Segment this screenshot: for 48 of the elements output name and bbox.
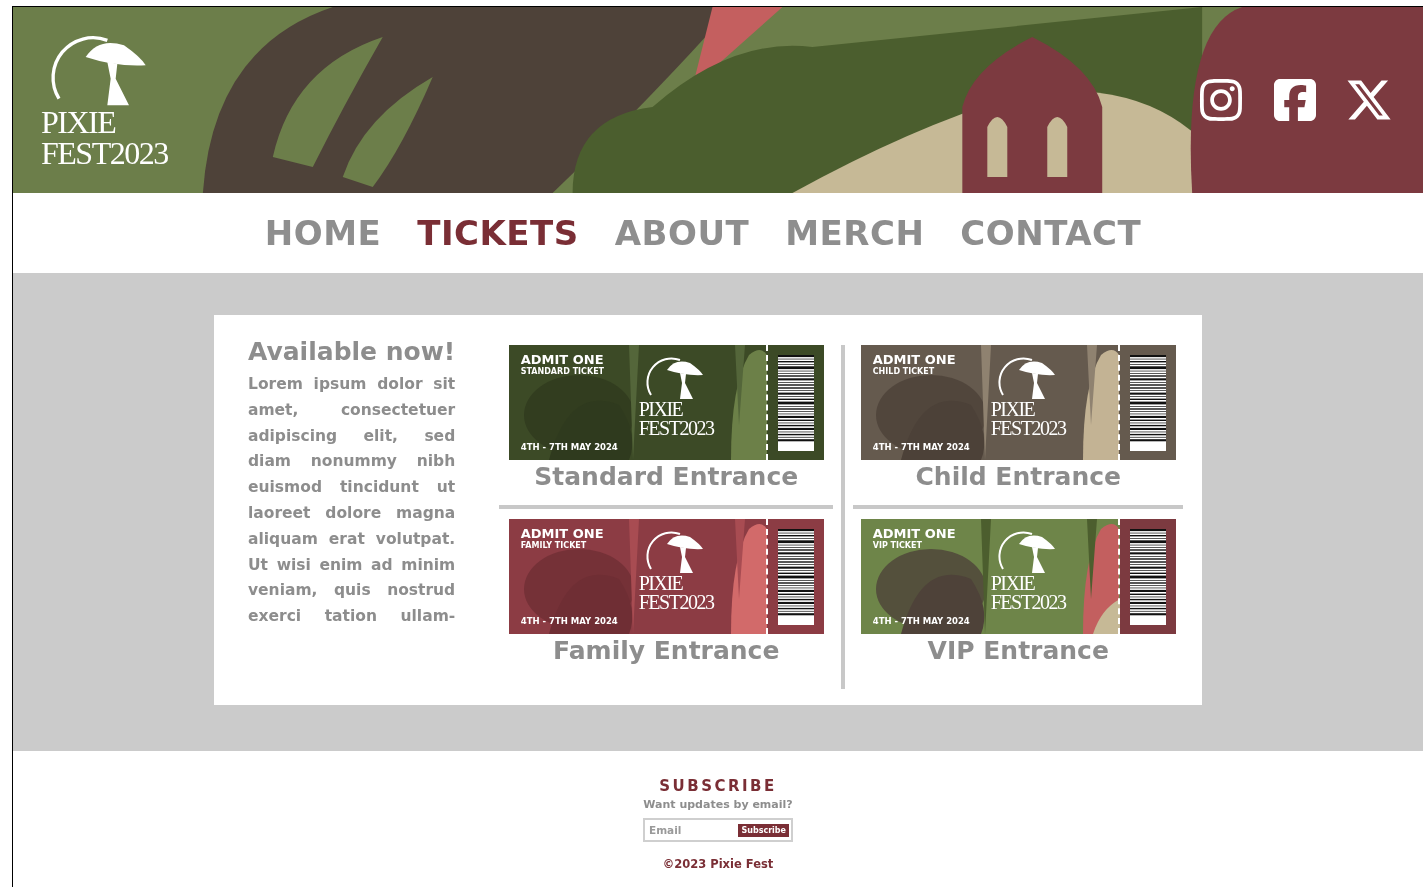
ticket-dates: 4TH - 7TH MAY 2024 bbox=[872, 616, 971, 626]
ticket[interactable]: ADMIT ONE VIP TICKET PIXIE FEST2023 4TH - 7TH MAY 2024 bbox=[860, 519, 1176, 634]
ticket[interactable]: ADMIT ONE FAMILY TICKET PIXIE FEST2023 4TH - 7TH MAY 2024 bbox=[508, 519, 824, 634]
nav-link[interactable]: TICKETS bbox=[417, 213, 579, 253]
barcode-icon bbox=[1129, 528, 1166, 625]
ticket-type: VIP TICKET bbox=[872, 541, 923, 550]
logo-text: FEST2023 bbox=[41, 137, 168, 168]
ticket-dates: 4TH - 7TH MAY 2024 bbox=[872, 442, 971, 452]
mushroom-icon bbox=[644, 355, 705, 400]
instagram-icon[interactable] bbox=[1197, 76, 1245, 124]
ticket-caption: Family Entrance bbox=[553, 636, 780, 665]
email-field[interactable]: Email Subscribe bbox=[643, 818, 793, 842]
mushroom-icon bbox=[644, 529, 705, 574]
ticket[interactable]: ADMIT ONE STANDARD TICKET PIXIE FEST2023 4TH - 7TH MAY 2024 bbox=[508, 345, 824, 460]
logo-text: FEST2023 bbox=[990, 593, 1066, 612]
copyright: ©2023 Pixie Fest bbox=[662, 857, 774, 871]
mushroom-icon bbox=[996, 529, 1057, 574]
ticket[interactable]: ADMIT ONE CHILD TICKET PIXIE FEST2023 4TH - 7TH MAY 2024 bbox=[860, 345, 1176, 460]
subscribe-title: SUBSCRIBE bbox=[659, 777, 777, 795]
logo-text: PIXIE bbox=[990, 400, 1035, 419]
subscribe-subtitle: Want updates by email? bbox=[643, 798, 793, 811]
logo-text: PIXIE bbox=[41, 107, 116, 138]
logo-text: FEST2023 bbox=[990, 419, 1066, 438]
ticket-dates: 4TH - 7TH MAY 2024 bbox=[520, 616, 619, 626]
ticket-caption: Standard Entrance bbox=[534, 462, 799, 491]
ticket-dates: 4TH - 7TH MAY 2024 bbox=[520, 442, 619, 452]
logo-text: PIXIE bbox=[638, 400, 683, 419]
logo-text: PIXIE bbox=[990, 574, 1035, 593]
logo-text: PIXIE bbox=[638, 574, 683, 593]
barcode-icon bbox=[777, 528, 814, 625]
ticket-caption: VIP Entrance bbox=[927, 636, 1109, 665]
logo-text: FEST2023 bbox=[638, 419, 714, 438]
barcode-icon bbox=[1129, 354, 1166, 451]
ticket-admit: ADMIT ONE bbox=[520, 353, 605, 367]
ticket-admit: ADMIT ONE bbox=[872, 527, 957, 541]
ticket-admit: ADMIT ONE bbox=[520, 527, 605, 541]
ticket-caption: Child Entrance bbox=[915, 462, 1121, 491]
facebook-icon[interactable] bbox=[1271, 76, 1319, 124]
intro-paragraph: Lorem ipsum dolor sit amet, consectetuer adipiscing elit, sed diam nonummy nibh euismod tincidunt ut laoreet dolore magna aliquam erat volutpat. Ut wisi enim ad minim veniam, quis nostrud exerci tation ullam- bbox=[248, 374, 456, 628]
barcode-icon bbox=[777, 354, 814, 451]
ticket-type: STANDARD TICKET bbox=[520, 367, 606, 376]
mushroom-icon bbox=[996, 355, 1057, 400]
section-heading: Available now! bbox=[248, 337, 456, 366]
ticket-type: CHILD TICKET bbox=[872, 367, 936, 376]
subscribe-button[interactable]: Subscribe bbox=[738, 823, 789, 837]
logo-text: FEST2023 bbox=[638, 593, 714, 612]
ticket-admit: ADMIT ONE bbox=[872, 353, 957, 367]
ticket-type: FAMILY TICKET bbox=[520, 541, 588, 550]
